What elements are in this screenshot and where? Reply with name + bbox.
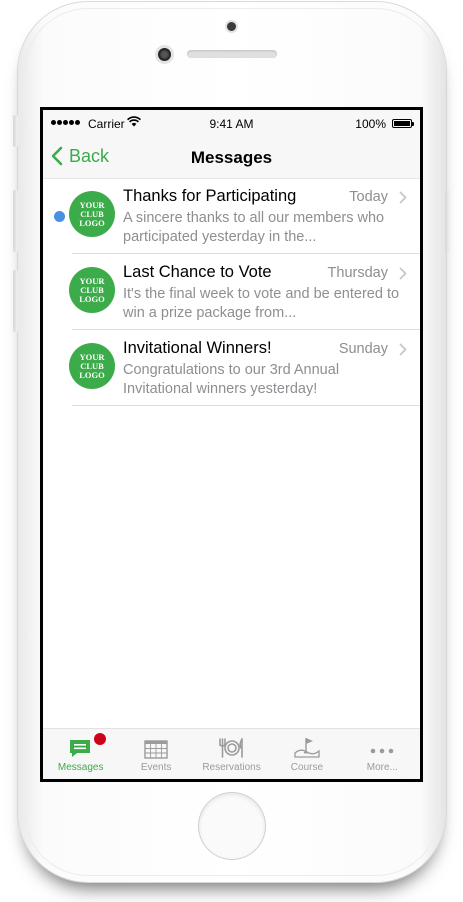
message-title: Last Chance to Vote <box>123 263 272 281</box>
tab-more[interactable]: More... <box>345 729 420 779</box>
notification-badge <box>93 733 106 745</box>
golf-flag-icon <box>293 729 321 759</box>
chevron-right-icon <box>399 343 407 356</box>
message-preview: A sincere thanks to all our members who … <box>123 210 385 245</box>
volume-down-button <box>13 270 18 332</box>
navigation-bar: Back Messages <box>43 138 420 179</box>
unread-indicator <box>54 211 65 222</box>
battery-percent: 100% <box>355 117 386 131</box>
club-logo: YOUR CLUB LOGO <box>69 343 115 389</box>
calendar-icon <box>144 729 168 759</box>
messages-icon <box>68 729 106 759</box>
tab-label: Course <box>290 762 324 773</box>
row-divider <box>72 405 420 406</box>
tab-events[interactable]: Events <box>118 729 193 779</box>
tab-messages[interactable]: Messages <box>43 729 118 779</box>
chevron-right-icon <box>399 267 407 280</box>
message-row-2[interactable]: YOUR CLUB LOGO Invitational Winners! Sunda… <box>43 330 420 406</box>
tab-label: Messages <box>57 762 104 773</box>
tab-label: More... <box>366 762 398 773</box>
tab-bar: Messages Events Reservations Course More… <box>43 728 420 779</box>
tab-label: Events <box>140 762 172 773</box>
front-sensor <box>227 22 236 31</box>
power-button <box>445 190 450 252</box>
more-icon <box>368 729 396 759</box>
message-date: Today <box>349 189 388 205</box>
dining-icon <box>218 729 246 759</box>
message-preview: It's the final week to vote and be enter… <box>123 286 400 321</box>
message-row-0[interactable]: YOUR CLUB LOGO Thanks for Participating To… <box>43 178 420 254</box>
message-preview: Congratulations to our 3rd Annual Invita… <box>123 362 340 397</box>
status-bar: Carrier 9:41 AM 100% <box>43 110 420 138</box>
earpiece-speaker <box>187 50 277 58</box>
home-button[interactable] <box>199 793 265 859</box>
message-date: Thursday <box>327 265 388 281</box>
volume-up-button <box>13 190 18 252</box>
message-title: Thanks for Participating <box>123 187 297 205</box>
mute-switch <box>13 115 18 147</box>
tab-course[interactable]: Course <box>269 729 344 779</box>
front-camera <box>158 48 171 61</box>
screen: Carrier 9:41 AM 100% Back Messages YOUR … <box>40 107 423 782</box>
club-logo: YOUR CLUB LOGO <box>69 191 115 237</box>
battery-icon <box>392 119 414 128</box>
message-list: YOUR CLUB LOGO Thanks for Participating To… <box>43 178 420 406</box>
tab-reservations[interactable]: Reservations <box>194 729 269 779</box>
device-mockup: Carrier 9:41 AM 100% Back Messages YOUR … <box>0 0 463 902</box>
message-date: Sunday <box>338 341 388 357</box>
page-title: Messages <box>190 148 273 167</box>
club-logo: YOUR CLUB LOGO <box>69 267 115 313</box>
chevron-right-icon <box>399 191 407 204</box>
message-title: Invitational Winners! <box>123 339 272 357</box>
tab-label: Reservations <box>202 762 261 773</box>
message-row-1[interactable]: YOUR CLUB LOGO Last Chance to Vote Thursda… <box>43 254 420 330</box>
